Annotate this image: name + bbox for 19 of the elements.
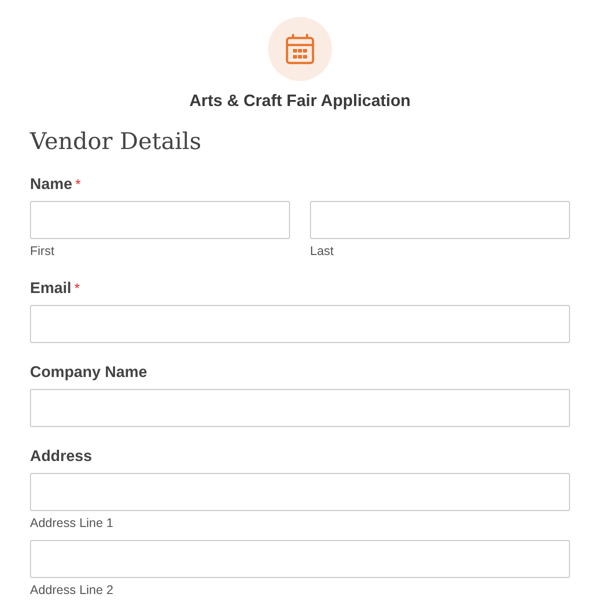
input-field[interactable] [30,389,570,427]
section-heading: Vendor Details [30,129,202,155]
input-field[interactable] [310,201,570,239]
required-mark: * [74,280,80,296]
sublabel: Last [310,244,335,259]
input-field[interactable] [30,201,290,239]
input-field[interactable] [30,540,570,578]
field-label: Address [30,448,92,466]
required-mark: * [75,176,81,192]
field-label: Company Name [30,364,148,382]
form-title: Arts & Craft Fair Application [189,92,411,111]
field-label: Email [30,280,72,298]
input-field[interactable] [30,305,570,343]
calendar-icon [285,33,315,65]
sublabel: Address Line 2 [30,583,114,598]
sublabel: First [30,244,56,259]
sublabel: Address Line 1 [30,516,114,531]
input-field[interactable] [30,473,570,511]
field-label: Name [30,176,72,194]
